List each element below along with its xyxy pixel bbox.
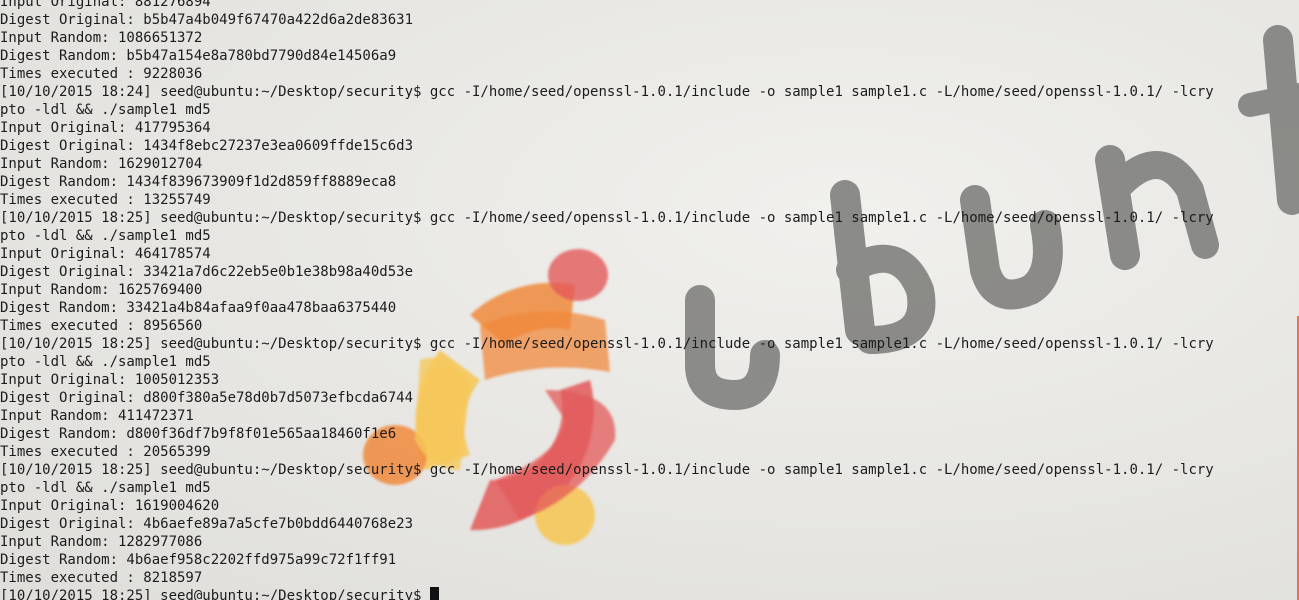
text-cursor [429,587,439,600]
terminal-line: pto -ldl && ./sample1 md5 [0,354,211,370]
terminal-line: pto -ldl && ./sample1 md5 [0,102,211,118]
terminal-line: Digest Random: 33421a4b84afaa9f0aa478baa… [0,300,397,316]
terminal-line: Input Random: 1625769400 [0,282,203,298]
terminal-prompt-line[interactable]: [10/10/2015 18:25] seed@ubuntu:~/Desktop… [0,587,1299,600]
terminal-line: Times executed : 13255749 [0,192,211,208]
terminal-line: Input Random: 411472371 [0,408,194,424]
terminal-line: Input Original: 1619004620 [0,498,220,514]
terminal-window[interactable]: Input Original: 881276894 Digest Origina… [0,0,1299,600]
terminal-line: Times executed : 20565399 [0,444,211,460]
terminal-line: Input Random: 1086651372 [0,30,203,46]
terminal-line: Input Original: 464178574 [0,246,211,262]
terminal-line: pto -ldl && ./sample1 md5 [0,228,211,244]
terminal-line: pto -ldl && ./sample1 md5 [0,480,211,496]
terminal-line: Digest Random: d800f36df7b9f8f01e565aa18… [0,426,397,442]
terminal-line: Times executed : 8218597 [0,570,203,586]
terminal-prompt: [10/10/2015 18:25] seed@ubuntu:~/Desktop… [0,588,430,600]
terminal-line: Digest Random: b5b47a154e8a780bd7790d84e… [0,48,397,64]
terminal-line: Digest Random: 1434f839673909f1d2d859ff8… [0,174,397,190]
terminal-line: Digest Original: 33421a7d6c22eb5e0b1e38b… [0,264,414,280]
terminal-line: Digest Original: b5b47a4b049f67470a422d6… [0,12,414,28]
terminal-line: Digest Original: d800f380a5e78d0b7d5073e… [0,390,414,406]
terminal-line: Input Original: 1005012353 [0,372,220,388]
terminal-line: Times executed : 9228036 [0,66,203,82]
terminal-line: [10/10/2015 18:25] seed@ubuntu:~/Desktop… [0,210,1214,226]
terminal-line: [10/10/2015 18:24] seed@ubuntu:~/Desktop… [0,84,1214,100]
terminal-output: Input Original: 881276894 Digest Origina… [0,0,1299,600]
terminal-line: Input Random: 1629012704 [0,156,203,172]
terminal-line: [10/10/2015 18:25] seed@ubuntu:~/Desktop… [0,462,1214,478]
terminal-line: Input Original: 417795364 [0,120,211,136]
terminal-line: Digest Original: 1434f8ebc27237e3ea0609f… [0,138,414,154]
terminal-line: Times executed : 8956560 [0,318,203,334]
terminal-line: Input Random: 1282977086 [0,534,203,550]
terminal-line: Digest Random: 4b6aef958c2202ffd975a99c7… [0,552,397,568]
terminal-line: Digest Original: 4b6aefe89a7a5cfe7b0bdd6… [0,516,414,532]
terminal-line: [10/10/2015 18:25] seed@ubuntu:~/Desktop… [0,336,1214,352]
terminal-line: Input Original: 881276894 [0,0,211,10]
